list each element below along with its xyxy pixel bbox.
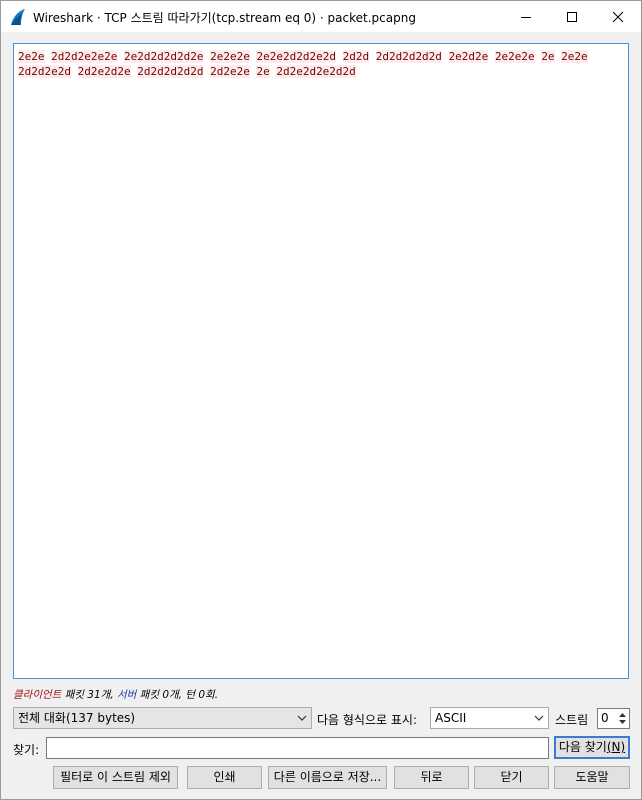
help-button[interactable]: 도움말 xyxy=(554,766,630,789)
stream-segment: 2d2d2d2d2d xyxy=(137,65,204,78)
stream-segment: 2e xyxy=(256,65,270,78)
print-button[interactable]: 인쇄 xyxy=(187,766,262,789)
stream-segment: 2d2e2e xyxy=(210,65,250,78)
save-as-label: 다른 이름으로 저장... xyxy=(273,770,382,784)
close-button[interactable]: 닫기 xyxy=(474,766,549,789)
close-icon xyxy=(612,11,624,22)
server-text: 패킷 0개, 턴 0회. xyxy=(136,689,219,701)
dialog-window: Wireshark · TCP 스트림 따라가기(tcp.stream eq 0… xyxy=(0,0,642,800)
stream-segment: 2e2e xyxy=(18,50,45,63)
wireshark-fin-icon xyxy=(11,9,25,25)
close-window-button[interactable] xyxy=(595,1,641,32)
filter-out-stream-button[interactable]: 필터로 이 스트림 제외 xyxy=(53,766,178,789)
client-text: 패킷 31개, xyxy=(61,689,118,701)
conversation-select[interactable]: 전체 대화(137 bytes) xyxy=(13,707,312,729)
client-label: 클라이언트 xyxy=(13,689,62,701)
find-next-label: 다음 찾기 xyxy=(558,740,607,754)
save-as-button[interactable]: 다른 이름으로 저장... xyxy=(268,766,387,789)
stream-segment: 2d2d2e2d xyxy=(18,65,71,78)
back-button[interactable]: 뒤로 xyxy=(394,766,469,789)
find-next-button[interactable]: 다음 찾기(N) xyxy=(554,736,630,759)
stream-number-value: 0 xyxy=(601,711,609,725)
maximize-button[interactable] xyxy=(549,1,595,32)
filter-out-stream-label: 필터로 이 스트림 제외 xyxy=(60,770,171,784)
chevron-down-icon xyxy=(534,715,544,721)
stream-segment: 2e2d2e xyxy=(448,50,489,63)
stream-segment: 2d2e2d2e xyxy=(77,65,131,78)
spin-arrows-icon[interactable] xyxy=(617,710,628,727)
find-input[interactable] xyxy=(46,737,549,759)
window-title: Wireshark · TCP 스트림 따라가기(tcp.stream eq 0… xyxy=(33,11,416,25)
help-label: 도움말 xyxy=(575,770,609,784)
chevron-down-icon xyxy=(297,715,307,721)
stream-segment: 2e2e2e xyxy=(210,50,250,63)
maximize-icon xyxy=(567,11,577,22)
stream-stats: 클라이언트 패킷 31개, 서버 패킷 0개, 턴 0회. xyxy=(13,687,218,702)
stream-segment: 2e xyxy=(541,50,555,63)
find-next-accel: (N) xyxy=(606,740,626,754)
stream-content-area[interactable]: 2e2e 2d2d2e2e2e 2e2d2d2d2d2e 2e2e2e 2e2e… xyxy=(13,43,629,679)
format-label: 다음 형식으로 표시: xyxy=(317,713,417,727)
conversation-select-value: 전체 대화(137 bytes) xyxy=(18,711,136,725)
back-label: 뒤로 xyxy=(420,770,443,784)
stream-label: 스트림 xyxy=(555,713,589,727)
find-label: 찾기: xyxy=(13,743,40,757)
format-select-value: ASCII xyxy=(435,711,467,725)
title-bar[interactable]: Wireshark · TCP 스트림 따라가기(tcp.stream eq 0… xyxy=(1,1,641,32)
close-label: 닫기 xyxy=(500,770,523,784)
stream-segment: 2e2e xyxy=(561,50,588,63)
stream-segment: 2e2d2d2d2d2e xyxy=(123,50,204,63)
stream-segment: 2d2e2d2e2d2d xyxy=(276,65,356,78)
minimize-button[interactable] xyxy=(503,1,549,32)
stream-number-spinbox[interactable]: 0 xyxy=(597,708,630,729)
stream-segment: 2e2e2d2d2e2d xyxy=(256,50,336,63)
minimize-icon xyxy=(521,16,531,18)
stream-segment: 2d2d2d2d2d xyxy=(375,50,442,63)
stream-segment: 2d2d2e2e2e xyxy=(51,50,118,63)
stream-text: 2e2e 2d2d2e2e2e 2e2d2d2d2d2e 2e2e2e 2e2e… xyxy=(18,49,624,79)
server-label: 서버 xyxy=(117,689,137,701)
format-select[interactable]: ASCII xyxy=(430,707,549,729)
stream-segment: 2d2d xyxy=(342,50,370,63)
stream-segment: 2e2e2e xyxy=(494,50,535,63)
print-label: 인쇄 xyxy=(213,770,236,784)
